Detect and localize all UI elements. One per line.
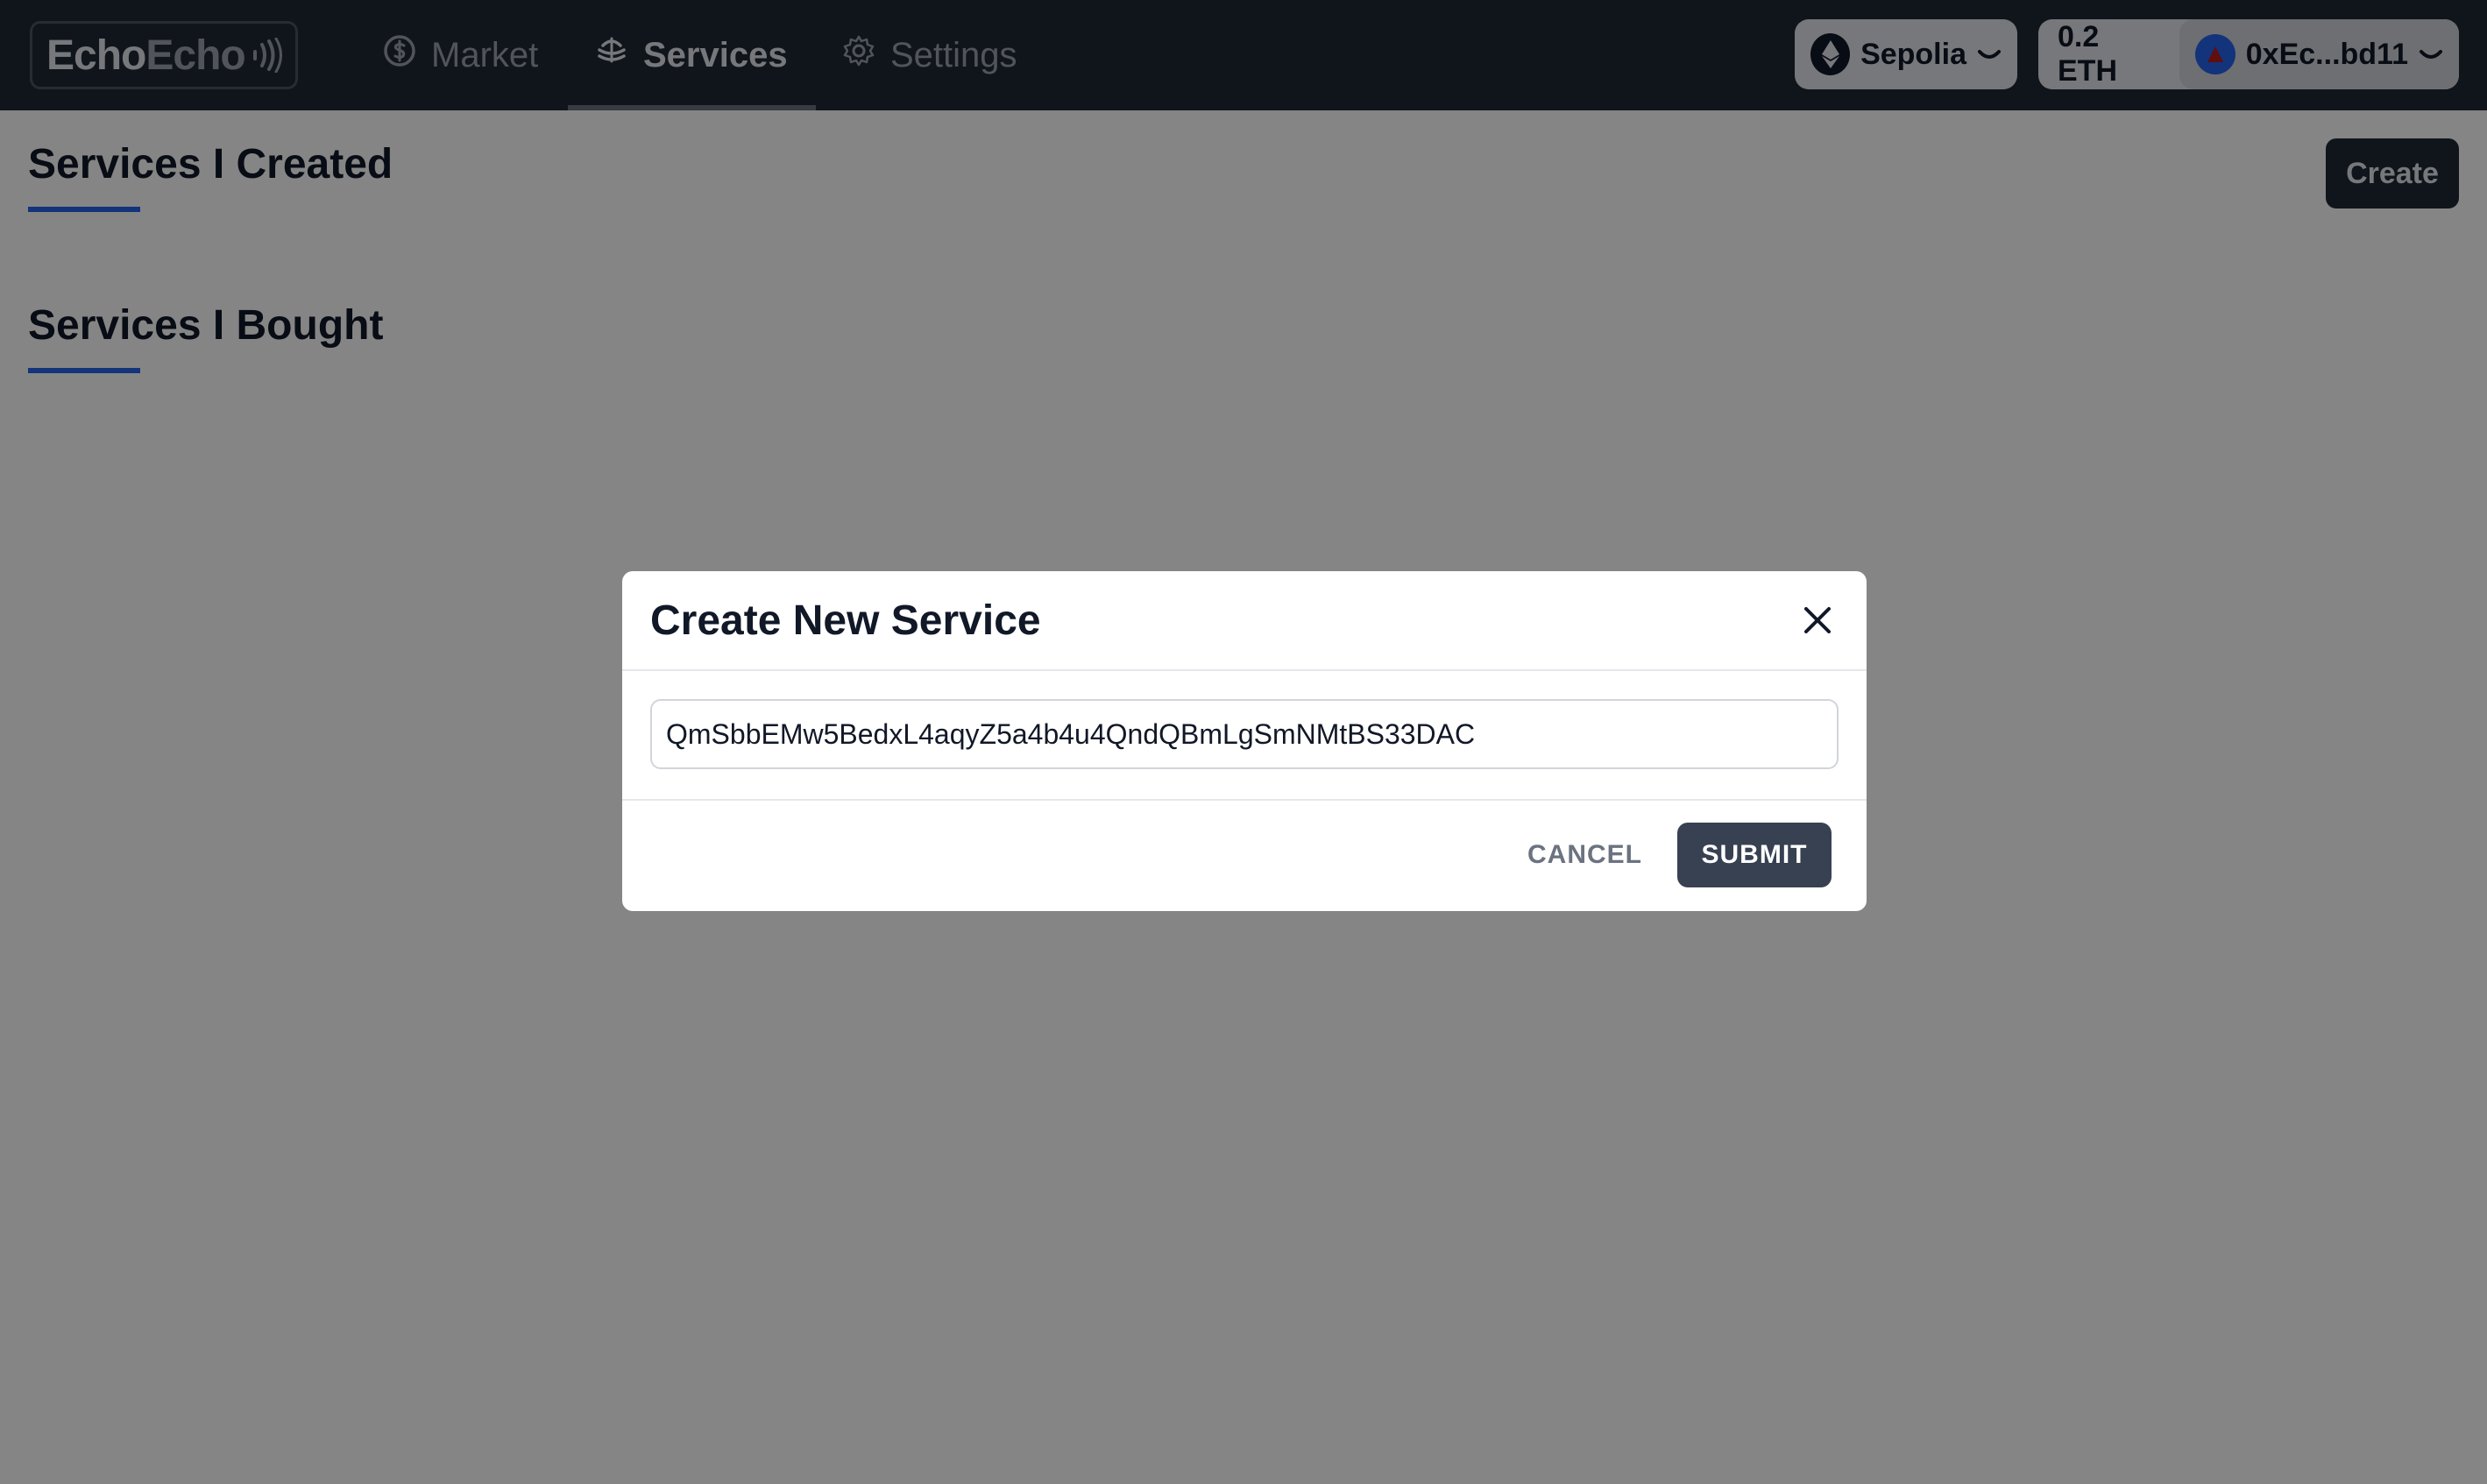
modal-title: Create New Service [650, 597, 1041, 644]
close-icon[interactable] [1796, 599, 1839, 641]
modal-footer: CANCEL SUBMIT [622, 801, 1867, 909]
create-service-modal: Create New Service CANCEL SUBMIT [622, 571, 1867, 911]
submit-button[interactable]: SUBMIT [1677, 823, 1832, 887]
cancel-button[interactable]: CANCEL [1527, 840, 1642, 870]
modal-body [622, 671, 1867, 801]
service-cid-input[interactable] [650, 699, 1839, 769]
modal-header: Create New Service [622, 571, 1867, 671]
app-root: Echo Echo Market Services Settings Sepol… [0, 0, 2487, 1484]
